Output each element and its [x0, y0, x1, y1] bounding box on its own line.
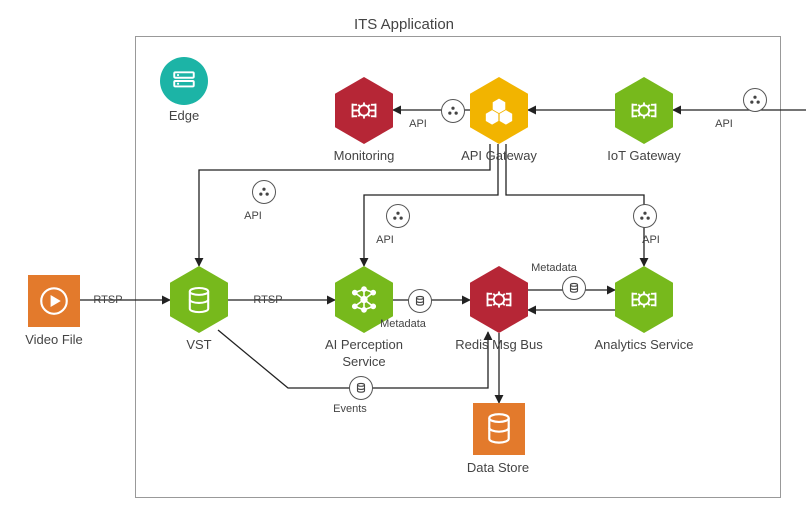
node-video-file-label: Video File [4, 332, 104, 349]
node-vst [170, 266, 228, 333]
node-edge [160, 57, 208, 105]
edge-label-e_vst_events: Events [320, 403, 380, 415]
node-api-gateway-label: API Gateway [439, 148, 559, 165]
node-monitoring-label: Monitoring [304, 148, 424, 165]
node-data-store [473, 403, 525, 455]
diagram-title: ITS Application [0, 16, 808, 33]
server-icon [171, 68, 197, 94]
metadata-icon-e_redis_analytics [562, 276, 586, 300]
edge-label-e_apigw_ai: API [355, 234, 415, 246]
api-icon-e_apigw_ai [386, 204, 410, 228]
node-iot-gateway [615, 77, 673, 144]
play-icon [37, 284, 71, 318]
edge-label-e_apigw_analytics: API [621, 234, 681, 246]
node-data-store-label: Data Store [448, 460, 548, 475]
node-analytics [615, 266, 673, 333]
node-redis-label: Redis Msg Bus [439, 337, 559, 354]
api-icon-e_apigw_vst [252, 180, 276, 204]
api-icon-e_ext_iot [743, 88, 767, 112]
node-video-file [28, 275, 80, 327]
edge-label-e_ai_redis: Metadata [373, 318, 433, 330]
node-edge-label: Edge [150, 108, 218, 123]
edge-label-e_redis_analytics: Metadata [524, 262, 584, 274]
database-icon [484, 412, 514, 446]
node-api-gateway [470, 77, 528, 144]
api-icon-e_apigw_analytics [633, 204, 657, 228]
edge-label-e_apigw_mon: API [388, 118, 448, 130]
edge-label-e_apigw_vst: API [223, 210, 283, 222]
edge-label-e_vst_ai: RTSP [238, 294, 298, 306]
node-iot-gateway-label: IoT Gateway [584, 148, 704, 165]
metadata-icon-e_ai_redis [408, 289, 432, 313]
node-redis [470, 266, 528, 333]
node-monitoring [335, 77, 393, 144]
node-analytics-label: Analytics Service [584, 337, 704, 354]
edge-label-e_video_vst: RTSP [78, 294, 138, 306]
node-ai-perception-label: AI Perception Service [304, 337, 424, 371]
api-icon-e_apigw_mon [441, 99, 465, 123]
edge-label-e_ext_iot: API [694, 118, 754, 130]
metadata-icon-e_vst_events [349, 376, 373, 400]
node-vst-label: VST [139, 337, 259, 354]
